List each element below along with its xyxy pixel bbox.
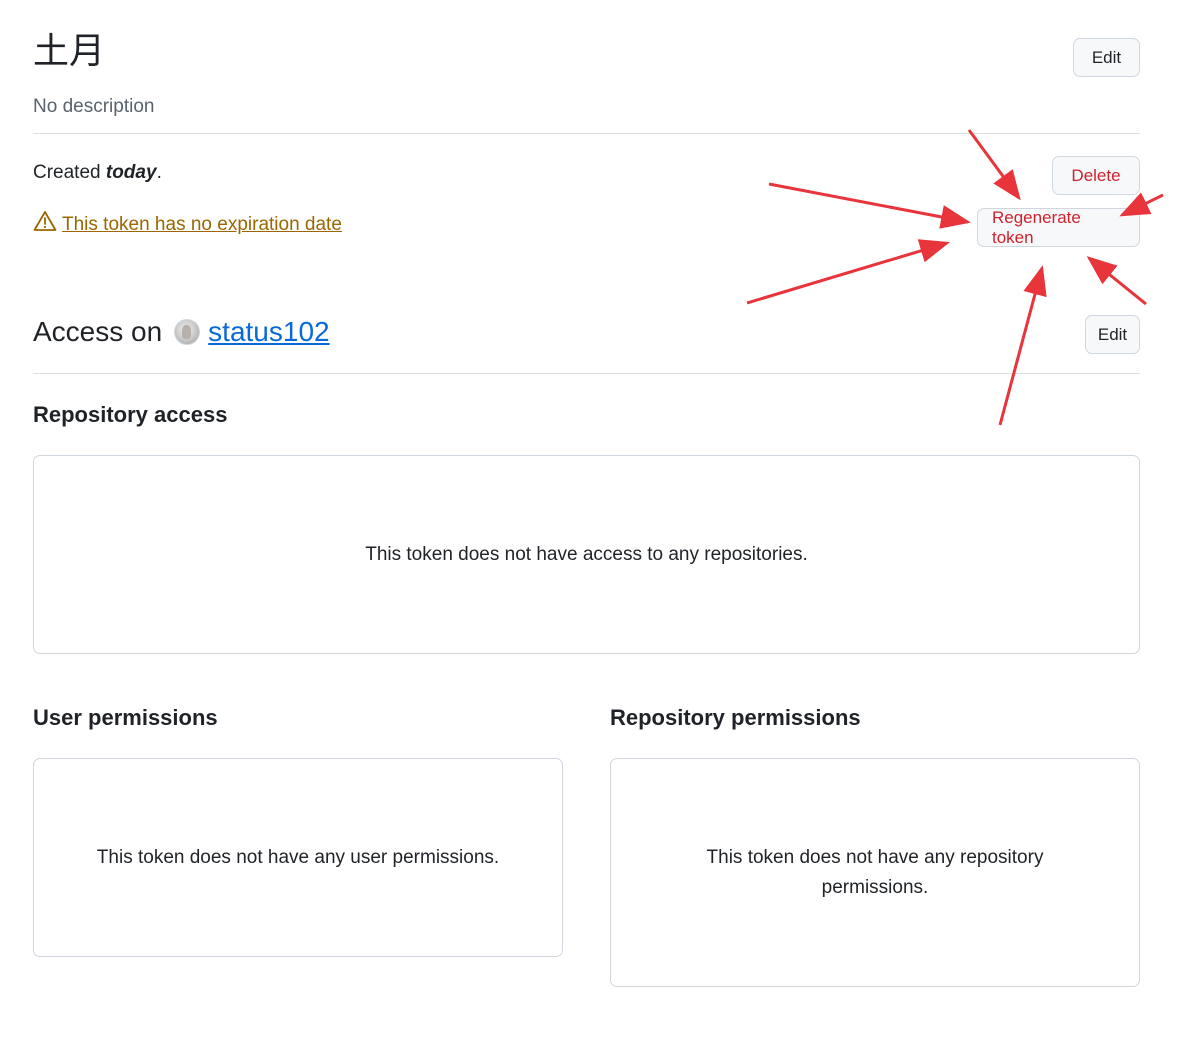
expiration-warning: This token has no expiration date	[33, 210, 342, 240]
annotation-arrow	[768, 182, 971, 229]
edit-access-button[interactable]: Edit	[1085, 315, 1140, 354]
user-permissions-box: This token does not have any user permis…	[33, 758, 563, 957]
delete-token-button[interactable]: Delete	[1052, 156, 1140, 195]
token-name: 土月	[33, 31, 106, 72]
created-when: today	[105, 162, 157, 183]
created-date: Created today.	[33, 160, 162, 186]
token-description: No description	[33, 96, 155, 117]
header-divider	[33, 133, 1140, 134]
alert-triangle-icon	[33, 210, 57, 240]
repository-permissions-empty-line-1: This token does not have any repository	[706, 846, 1044, 868]
access-heading: Access on status102	[33, 312, 330, 352]
access-prefix: Access on	[33, 316, 163, 347]
repository-permissions-empty-message: This token does not have any repository …	[707, 843, 1044, 903]
created-suffix: .	[156, 162, 162, 183]
owner-link[interactable]: status102	[208, 312, 329, 352]
annotation-arrow	[998, 265, 1047, 426]
annotation-arrow	[746, 239, 950, 305]
repository-access-heading: Repository access	[33, 402, 228, 427]
user-permissions-heading: User permissions	[33, 705, 218, 730]
repository-access-empty-message: This token does not have access to any r…	[365, 543, 808, 565]
expiration-warning-link[interactable]: This token has no expiration date	[62, 212, 342, 238]
access-divider	[33, 373, 1140, 374]
avatar	[174, 319, 201, 345]
repository-access-box: This token does not have access to any r…	[33, 455, 1140, 654]
annotation-arrow	[967, 129, 1021, 201]
edit-token-button[interactable]: Edit	[1073, 38, 1140, 77]
annotation-arrow	[1086, 256, 1147, 306]
regenerate-token-button[interactable]: Regenerate token	[977, 208, 1140, 247]
repository-permissions-box: This token does not have any repository …	[610, 758, 1140, 987]
repository-permissions-heading: Repository permissions	[610, 705, 861, 730]
user-permissions-empty-message: This token does not have any user permis…	[96, 846, 500, 868]
created-prefix: Created	[33, 162, 106, 183]
repository-permissions-empty-line-2: permissions.	[821, 876, 929, 898]
